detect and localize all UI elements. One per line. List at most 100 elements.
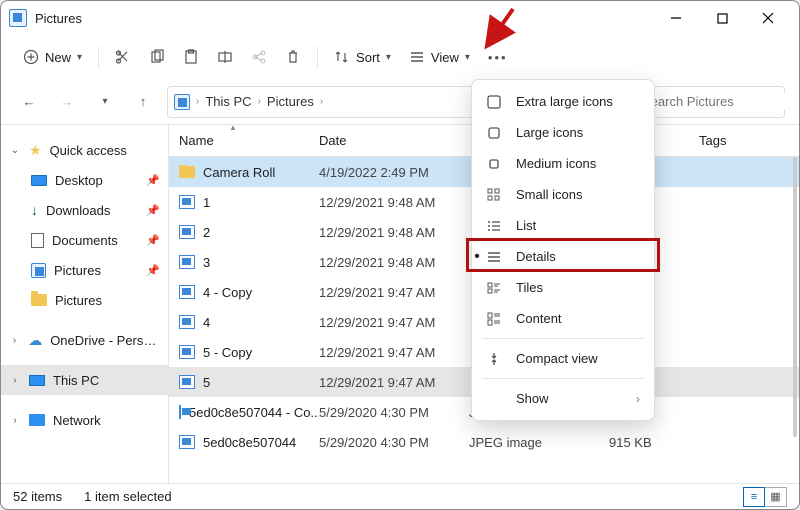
cell-name: 5ed0c8e507044 - Co... bbox=[179, 405, 319, 420]
titlebar: Pictures bbox=[1, 1, 799, 35]
window-controls bbox=[653, 3, 791, 33]
view-menu-show[interactable]: Show› bbox=[472, 383, 654, 414]
image-icon bbox=[179, 315, 195, 329]
document-icon bbox=[31, 233, 44, 248]
view-menu-item[interactable]: Small icons bbox=[472, 179, 654, 210]
thumbnails-layout-button[interactable]: ▦ bbox=[765, 487, 787, 507]
file-row[interactable]: 5ed0c8e5070445/29/2020 4:30 PMJPEG image… bbox=[169, 427, 799, 457]
sort-indicator-icon: ▲ bbox=[229, 123, 237, 132]
cell-date: 12/29/2021 9:48 AM bbox=[319, 195, 469, 210]
up-button[interactable]: ↑ bbox=[129, 88, 157, 116]
cell-name: 5 bbox=[179, 375, 319, 390]
view-mode-icon bbox=[484, 216, 504, 236]
menu-separator bbox=[482, 338, 644, 339]
col-date[interactable]: Date bbox=[319, 133, 469, 148]
cell-name: 4 - Copy bbox=[179, 285, 319, 300]
view-menu-compact[interactable]: Compact view bbox=[472, 343, 654, 374]
view-mode-icon bbox=[484, 123, 504, 143]
view-mode-icon bbox=[484, 247, 504, 267]
menu-item-label: Content bbox=[516, 311, 562, 326]
recent-chevron[interactable]: ▾ bbox=[91, 88, 119, 116]
star-icon: ★ bbox=[29, 142, 42, 159]
view-menu-item[interactable]: Medium icons bbox=[472, 148, 654, 179]
view-menu-item[interactable]: •Details bbox=[472, 241, 654, 272]
view-menu-item[interactable]: List bbox=[472, 210, 654, 241]
chevron-down-icon: ▾ bbox=[465, 52, 470, 63]
sidebar-item-pictures2[interactable]: Pictures bbox=[1, 285, 168, 315]
chevron-down-icon: ▾ bbox=[77, 52, 82, 63]
col-name[interactable]: Name bbox=[179, 133, 319, 148]
new-button[interactable]: New ▾ bbox=[15, 41, 90, 73]
compact-view-icon bbox=[484, 349, 504, 369]
cell-date: 5/29/2020 4:30 PM bbox=[319, 435, 469, 450]
breadcrumb-seg[interactable]: Pictures bbox=[267, 94, 314, 109]
cell-name: 5 - Copy bbox=[179, 345, 319, 360]
body: ⌄ ★ Quick access Desktop 📌 ↓ Downloads 📌… bbox=[1, 125, 799, 483]
col-tags[interactable]: Tags bbox=[699, 133, 799, 148]
sidebar-item-this-pc[interactable]: › This PC bbox=[1, 365, 168, 395]
sidebar-item-desktop[interactable]: Desktop 📌 bbox=[1, 165, 168, 195]
expand-icon: › bbox=[9, 375, 21, 386]
window-title: Pictures bbox=[35, 11, 82, 26]
details-layout-button[interactable]: ≡ bbox=[743, 487, 765, 507]
menu-item-label: Medium icons bbox=[516, 156, 596, 171]
rename-button[interactable] bbox=[209, 41, 241, 73]
menu-item-label: List bbox=[516, 218, 536, 233]
view-menu-item[interactable]: Extra large icons bbox=[472, 86, 654, 117]
cell-date: 12/29/2021 9:47 AM bbox=[319, 315, 469, 330]
rename-icon bbox=[217, 49, 233, 65]
cell-name: Camera Roll bbox=[179, 165, 319, 180]
chevron-right-icon: › bbox=[636, 392, 640, 406]
clipboard-icon bbox=[183, 49, 199, 65]
cloud-icon: ☁ bbox=[28, 332, 42, 349]
image-icon bbox=[179, 255, 195, 269]
image-icon bbox=[179, 195, 195, 209]
sidebar-item-pictures[interactable]: Pictures 📌 bbox=[1, 255, 168, 285]
sort-icon bbox=[334, 49, 350, 65]
cut-button[interactable] bbox=[107, 41, 139, 73]
image-icon bbox=[179, 345, 195, 359]
breadcrumb-seg[interactable]: This PC bbox=[205, 94, 251, 109]
vertical-scrollbar[interactable] bbox=[793, 157, 797, 437]
cell-name: 5ed0c8e507044 bbox=[179, 435, 319, 450]
pin-icon: 📌 bbox=[146, 264, 160, 277]
maximize-button[interactable] bbox=[699, 3, 745, 33]
image-icon bbox=[179, 285, 195, 299]
location-icon bbox=[174, 94, 190, 110]
share-button[interactable] bbox=[243, 41, 275, 73]
sort-button[interactable]: Sort ▾ bbox=[326, 41, 399, 73]
search-input[interactable] bbox=[640, 93, 800, 110]
view-menu-item[interactable]: Large icons bbox=[472, 117, 654, 148]
explorer-window: Pictures New ▾ Sort ▾ View ▾ bbox=[0, 0, 800, 510]
image-icon bbox=[179, 225, 195, 239]
paste-button[interactable] bbox=[175, 41, 207, 73]
sidebar-item-onedrive[interactable]: › ☁ OneDrive - Personal bbox=[1, 325, 168, 355]
pc-icon bbox=[29, 375, 45, 386]
item-count: 52 items bbox=[13, 489, 62, 504]
forward-button[interactable]: → bbox=[53, 88, 81, 116]
close-button[interactable] bbox=[745, 3, 791, 33]
view-button[interactable]: View ▾ bbox=[401, 41, 478, 73]
cell-type: JPEG image bbox=[469, 435, 609, 450]
minimize-button[interactable] bbox=[653, 3, 699, 33]
view-menu-item[interactable]: Tiles bbox=[472, 272, 654, 303]
app-icon bbox=[9, 9, 27, 27]
copy-button[interactable] bbox=[141, 41, 173, 73]
cell-date: 12/29/2021 9:47 AM bbox=[319, 345, 469, 360]
more-button[interactable]: ••• bbox=[480, 41, 516, 73]
view-menu-item[interactable]: Content bbox=[472, 303, 654, 334]
view-mode-icon bbox=[484, 92, 504, 112]
nav-pane: ⌄ ★ Quick access Desktop 📌 ↓ Downloads 📌… bbox=[1, 125, 168, 483]
chevron-right-icon: › bbox=[258, 96, 261, 107]
back-button[interactable]: ← bbox=[15, 88, 43, 116]
sidebar-item-downloads[interactable]: ↓ Downloads 📌 bbox=[1, 195, 168, 225]
menu-item-label: Small icons bbox=[516, 187, 582, 202]
sidebar-item-documents[interactable]: Documents 📌 bbox=[1, 225, 168, 255]
sidebar-item-network[interactable]: › Network bbox=[1, 405, 168, 435]
pin-icon: 📌 bbox=[146, 234, 160, 247]
cell-size: 915 KB bbox=[609, 435, 699, 450]
sidebar-item-quick-access[interactable]: ⌄ ★ Quick access bbox=[1, 135, 168, 165]
delete-button[interactable] bbox=[277, 41, 309, 73]
expand-icon: › bbox=[9, 335, 20, 346]
command-bar: New ▾ Sort ▾ View ▾ ••• bbox=[1, 35, 799, 79]
